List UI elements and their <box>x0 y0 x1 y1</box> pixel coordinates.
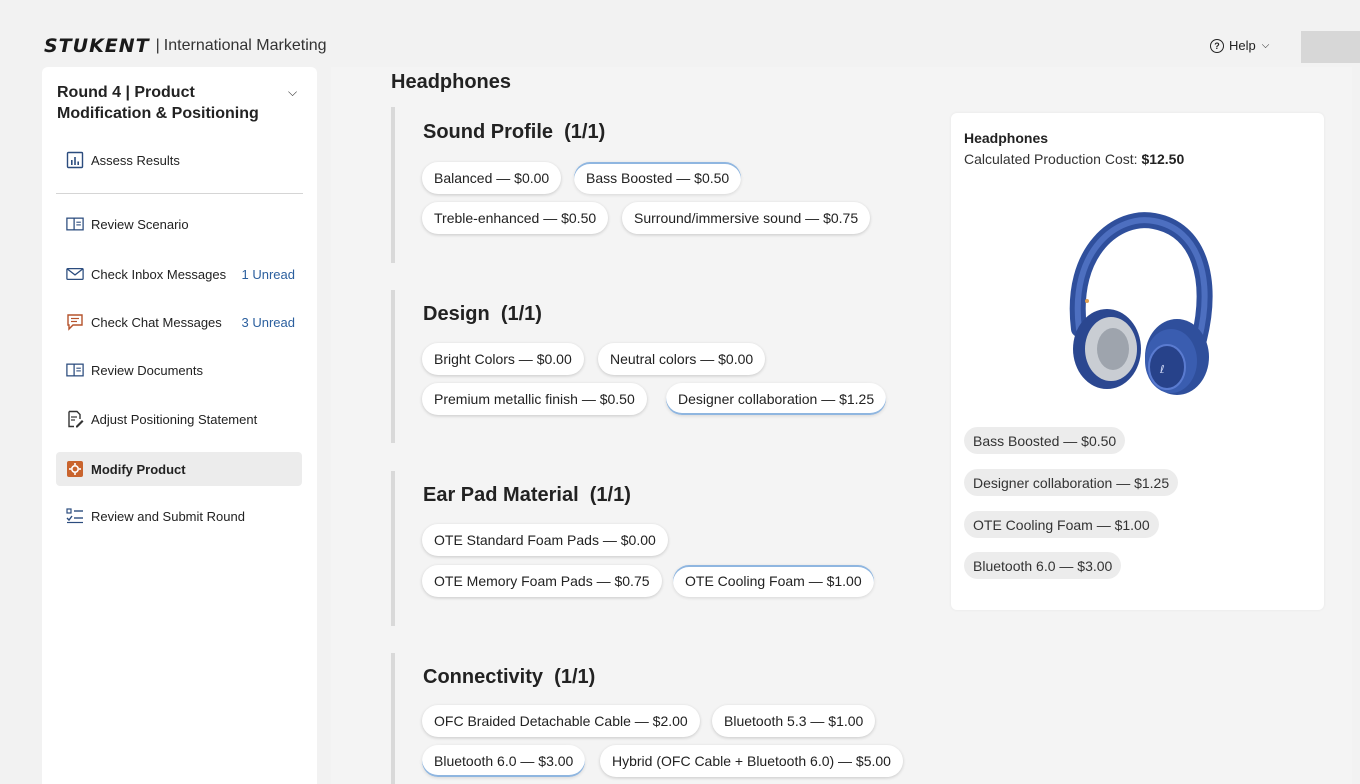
option-group-sound-profile: Sound Profile (1/1) Balanced — $0.00 Bas… <box>391 107 911 263</box>
sidebar-item-label: Modify Product <box>91 461 186 477</box>
option-chip[interactable]: Balanced — $0.00 <box>422 162 562 194</box>
chevron-down-icon: ⌵ <box>1261 40 1270 51</box>
product-summary-card: Headphones Calculated Production Cost: $… <box>951 113 1324 610</box>
option-chip[interactable]: OFC Braided Detachable Cable — $2.00 <box>422 705 700 737</box>
option-chip[interactable]: Surround/immersive sound — $0.75 <box>622 202 871 234</box>
option-group-ear-pad-material: Ear Pad Material (1/1) OTE Standard Foam… <box>391 471 911 626</box>
production-cost-value: $12.50 <box>1141 151 1185 167</box>
chat-icon <box>66 313 84 331</box>
option-chip-selected[interactable]: Bluetooth 6.0 — $3.00 <box>422 745 586 777</box>
help-label: Help <box>1229 38 1256 53</box>
option-chip-selected[interactable]: Designer collaboration — $1.25 <box>666 383 887 415</box>
sidebar-item-label: Review Scenario <box>91 216 189 232</box>
selected-option-tag: Bluetooth 6.0 — $3.00 <box>964 552 1122 579</box>
user-menu-box[interactable] <box>1301 31 1360 63</box>
sidebar-item-adjust-positioning[interactable]: Adjust Positioning Statement <box>56 402 302 436</box>
sidebar-item-review-documents[interactable]: Review Documents <box>56 353 302 387</box>
option-chip-selected[interactable]: OTE Cooling Foam — $1.00 <box>673 565 874 597</box>
option-chip[interactable]: Bluetooth 5.3 — $1.00 <box>712 705 876 737</box>
option-chip[interactable]: Bright Colors — $0.00 <box>422 343 584 375</box>
document-icon <box>66 215 84 233</box>
sidebar-item-label: Review and Submit Round <box>91 508 245 524</box>
selected-option-tag: Bass Boosted — $0.50 <box>964 427 1126 454</box>
sidebar-item-modify-product[interactable]: Modify Product <box>56 452 302 486</box>
sidebar-item-label: Check Inbox Messages <box>91 266 227 282</box>
round-title[interactable]: Round 4 | Product Modification & Positio… <box>57 82 277 124</box>
option-chip[interactable]: OTE Standard Foam Pads — $0.00 <box>422 524 668 556</box>
page-title: Headphones <box>391 71 512 93</box>
sidebar-item-check-inbox[interactable]: Check Inbox Messages 1 Unread <box>56 257 302 291</box>
option-group-connectivity: Connectivity (1/1) OFC Braided Detachabl… <box>391 653 911 784</box>
group-title: Connectivity (1/1) <box>423 666 596 688</box>
option-chip[interactable]: Premium metallic finish — $0.50 <box>422 383 647 415</box>
option-chip-selected[interactable]: Bass Boosted — $0.50 <box>574 162 742 194</box>
option-group-design: Design (1/1) Bright Colors — $0.00 Neutr… <box>391 290 911 443</box>
top-bar: STUKENT | International Marketing ? Help… <box>0 0 1360 66</box>
brand: STUKENT | International Marketing <box>44 35 327 57</box>
group-title: Design (1/1) <box>423 303 542 325</box>
group-title: Sound Profile (1/1) <box>423 121 606 143</box>
gear-icon <box>66 460 84 478</box>
checklist-icon <box>66 507 84 525</box>
sidebar-item-label: Adjust Positioning Statement <box>91 411 258 427</box>
sidebar-item-check-chat[interactable]: Check Chat Messages 3 Unread <box>56 305 302 339</box>
chevron-down-icon[interactable]: ⌵ <box>288 85 297 100</box>
chart-icon <box>66 151 84 169</box>
sidebar-item-label: Assess Results <box>91 152 180 168</box>
option-chip[interactable]: Treble-enhanced — $0.50 <box>422 202 609 234</box>
unread-badge: 3 Unread <box>241 314 295 330</box>
option-chip[interactable]: Hybrid (OFC Cable + Bluetooth 6.0) — $5.… <box>600 745 903 777</box>
option-chip[interactable]: Neutral colors — $0.00 <box>598 343 766 375</box>
sidebar-item-assess-results[interactable]: Assess Results <box>56 143 302 177</box>
edit-document-icon <box>66 410 84 428</box>
option-chip[interactable]: OTE Memory Foam Pads — $0.75 <box>422 565 662 597</box>
sidebar-item-review-submit[interactable]: Review and Submit Round <box>56 499 302 533</box>
course-title: International Marketing <box>163 37 327 54</box>
document-icon <box>66 361 84 379</box>
headphones-image: ℓ <box>1059 209 1219 399</box>
svg-text:ℓ: ℓ <box>1159 363 1165 376</box>
sidebar-divider <box>56 193 303 194</box>
sidebar-item-review-scenario[interactable]: Review Scenario <box>56 207 302 241</box>
unread-badge: 1 Unread <box>241 266 295 282</box>
summary-title: Headphones <box>964 130 1049 146</box>
stukent-logo[interactable]: STUKENT <box>44 35 150 57</box>
sidebar: Round 4 | Product Modification & Positio… <box>42 67 317 784</box>
selected-option-tag: Designer collaboration — $1.25 <box>964 469 1179 496</box>
sidebar-item-label: Review Documents <box>91 362 203 378</box>
sidebar-item-label: Check Chat Messages <box>91 314 222 330</box>
production-cost: Calculated Production Cost: $12.50 <box>964 151 1185 167</box>
group-title: Ear Pad Material (1/1) <box>423 484 631 506</box>
brand-separator: | <box>155 37 160 54</box>
envelope-icon <box>66 265 84 283</box>
selected-option-tag: OTE Cooling Foam — $1.00 <box>964 511 1159 538</box>
help-menu-button[interactable]: ? Help ⌵ <box>1210 38 1269 53</box>
question-circle-icon: ? <box>1210 38 1224 53</box>
